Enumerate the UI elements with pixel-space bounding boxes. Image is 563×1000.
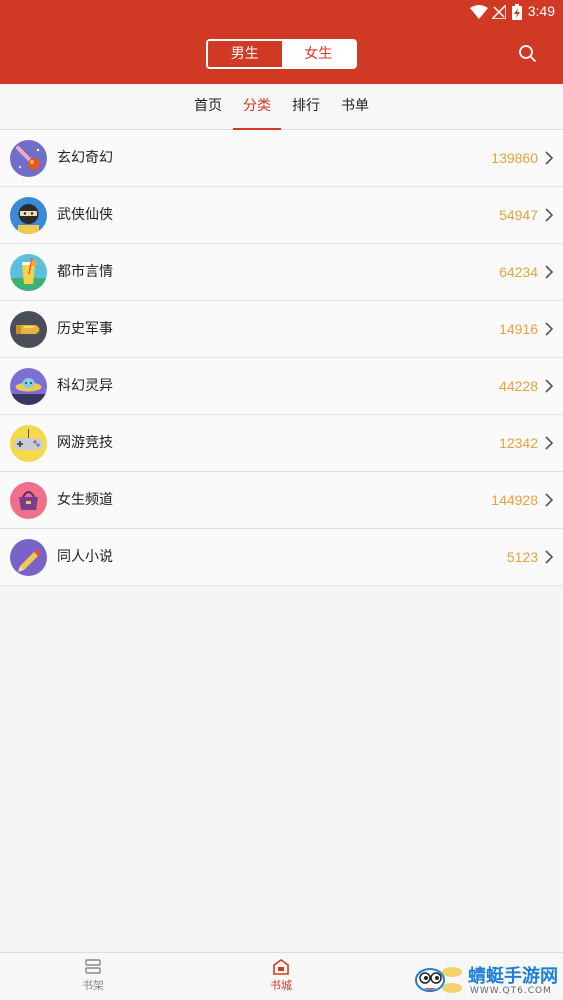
category-name: 武侠仙侠 xyxy=(57,207,113,223)
tab-home[interactable]: 首页 xyxy=(192,84,224,130)
status-time: 3:49 xyxy=(527,3,555,19)
nav-bookshelf-label: 书架 xyxy=(82,979,104,992)
category-count: 5123 xyxy=(506,549,538,565)
nav-bookstore-label: 书城 xyxy=(270,979,292,992)
list-item[interactable]: 科幻灵异 44228 xyxy=(0,358,563,415)
chevron-right-icon xyxy=(545,322,554,336)
category-list: 玄幻奇幻 139860 武侠仙侠 54947 都市言情 64234 历史军事 1… xyxy=(0,130,563,586)
tab-booklist[interactable]: 书单 xyxy=(339,84,371,130)
bullet-icon xyxy=(10,311,47,348)
chevron-right-icon xyxy=(545,265,554,279)
battery-charging-icon xyxy=(512,4,522,20)
app-header: 3:49 男生 女生 xyxy=(0,0,563,84)
nav-bookstore[interactable]: 书城 xyxy=(241,953,321,1000)
status-bar: 3:49 xyxy=(0,0,563,24)
category-count: 12342 xyxy=(499,435,538,451)
gamepad-icon xyxy=(10,425,47,462)
list-item[interactable]: 武侠仙侠 54947 xyxy=(0,187,563,244)
chevron-right-icon xyxy=(545,550,554,564)
category-name: 历史军事 xyxy=(57,321,113,337)
tab-category[interactable]: 分类 xyxy=(233,84,281,130)
list-item[interactable]: 玄幻奇幻 139860 xyxy=(0,130,563,187)
bookshelf-icon xyxy=(85,959,101,974)
category-name: 网游竞技 xyxy=(57,435,113,451)
category-name: 科幻灵异 xyxy=(57,378,113,394)
chevron-right-icon xyxy=(545,208,554,222)
list-item[interactable]: 网游竞技 12342 xyxy=(0,415,563,472)
top-tabs: 首页 分类 排行 书单 xyxy=(0,84,563,130)
category-count: 54947 xyxy=(499,207,538,223)
ufo-icon xyxy=(10,368,47,405)
drink-icon xyxy=(10,254,47,291)
search-icon[interactable] xyxy=(516,42,540,66)
category-count: 44228 xyxy=(499,378,538,394)
list-item[interactable]: 历史军事 14916 xyxy=(0,301,563,358)
tab-ranking[interactable]: 排行 xyxy=(290,84,322,130)
watermark-text: 蜻蜓手游网 xyxy=(468,966,558,987)
handbag-icon xyxy=(10,482,47,519)
chevron-right-icon xyxy=(545,493,554,507)
pencil-icon xyxy=(10,539,47,576)
list-item[interactable]: 女生频道 144928 xyxy=(0,472,563,529)
segment-male[interactable]: 男生 xyxy=(208,41,282,67)
category-name: 都市言情 xyxy=(57,264,113,280)
gender-segment[interactable]: 男生 女生 xyxy=(206,39,357,69)
list-item[interactable]: 都市言情 64234 xyxy=(0,244,563,301)
meteor-icon xyxy=(10,140,47,177)
chevron-right-icon xyxy=(545,379,554,393)
chevron-right-icon xyxy=(545,436,554,450)
watermark-url: WWW.QT6.COM xyxy=(470,986,552,996)
nav-bookshelf[interactable]: 书架 xyxy=(53,953,133,1000)
watermark: 蜻蜓手游网 WWW.QT6.COM xyxy=(410,958,563,1000)
category-count: 144928 xyxy=(491,492,538,508)
ninja-icon xyxy=(10,197,47,234)
category-count: 139860 xyxy=(491,150,538,166)
chevron-right-icon xyxy=(545,151,554,165)
no-signal-icon xyxy=(492,5,506,19)
wifi-icon xyxy=(470,5,488,19)
list-item[interactable]: 同人小说 5123 xyxy=(0,529,563,586)
category-count: 64234 xyxy=(499,264,538,280)
bookstore-icon xyxy=(273,959,289,975)
category-count: 14916 xyxy=(499,321,538,337)
dragonfly-logo-icon xyxy=(415,967,462,993)
category-name: 女生频道 xyxy=(57,492,113,508)
category-name: 同人小说 xyxy=(57,549,113,565)
category-name: 玄幻奇幻 xyxy=(57,150,113,166)
segment-female[interactable]: 女生 xyxy=(281,41,355,67)
